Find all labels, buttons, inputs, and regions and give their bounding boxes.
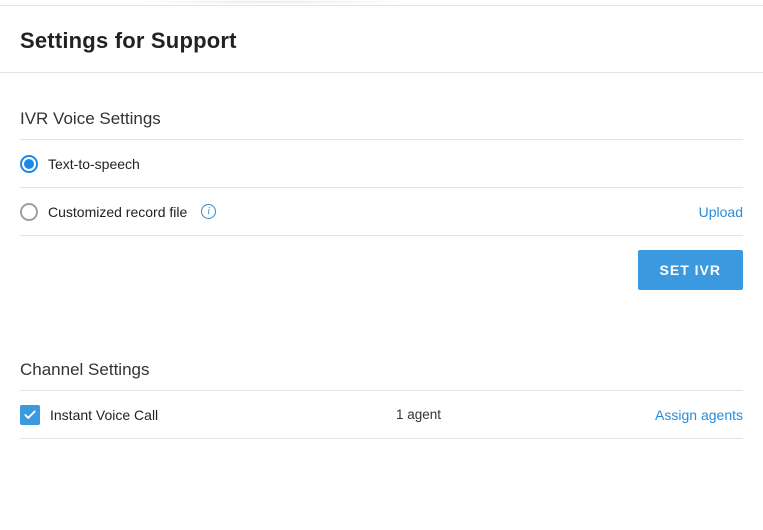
radio-tts-label: Text-to-speech	[48, 156, 140, 172]
radio-custom[interactable]	[20, 203, 38, 221]
upload-link[interactable]: Upload	[699, 204, 743, 220]
channel-section: Channel Settings Instant Voice Call 1 ag…	[0, 360, 763, 439]
page-title: Settings for Support	[0, 6, 763, 73]
channel-agent-count: 1 agent	[396, 407, 655, 422]
assign-agents-link[interactable]: Assign agents	[655, 407, 743, 423]
radio-custom-label: Customized record file	[48, 204, 187, 220]
checkbox-instant-voice[interactable]	[20, 405, 40, 425]
channel-instant-voice-row: Instant Voice Call 1 agent Assign agents	[20, 391, 743, 439]
ivr-option-custom-row[interactable]: Customized record file Upload	[20, 188, 743, 236]
set-ivr-button[interactable]: SET IVR	[638, 250, 743, 290]
info-icon[interactable]	[201, 204, 216, 219]
channel-section-title: Channel Settings	[20, 360, 743, 380]
ivr-section: IVR Voice Settings Text-to-speech Custom…	[0, 109, 763, 290]
ivr-section-title: IVR Voice Settings	[20, 109, 743, 129]
channel-instant-voice-label: Instant Voice Call	[50, 407, 158, 423]
ivr-option-tts-row[interactable]: Text-to-speech	[20, 140, 743, 188]
ivr-button-row: SET IVR	[20, 236, 743, 290]
check-icon	[23, 408, 37, 422]
radio-tts[interactable]	[20, 155, 38, 173]
tab-shadow	[120, 0, 420, 4]
